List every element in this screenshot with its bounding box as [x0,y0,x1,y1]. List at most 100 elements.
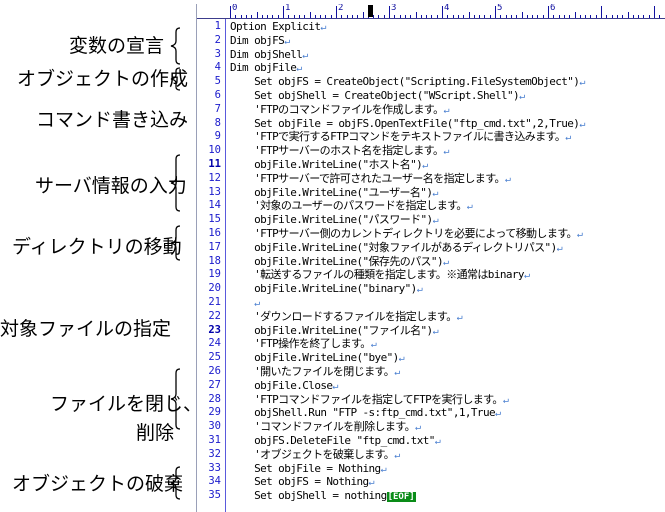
code-line[interactable]: Dim objFile↵ [230,61,302,75]
line-number: 8 [214,116,221,129]
line-number: 11 [208,158,221,170]
code-text: Dim objShell [230,47,303,61]
column-ruler: 0 1 2 3 4 5 6 [197,4,665,19]
ruler-tick [245,15,247,18]
code-line[interactable]: ↵ [230,296,260,310]
ruler-tick [558,15,560,18]
ruler-tick [330,15,332,18]
code-line[interactable]: 'FTPのコマンドファイルを作成します。↵ [230,103,449,117]
return-mark-icon: ↵ [579,118,585,130]
code-line[interactable]: objFile.WriteLine("ユーザー名")↵ [230,186,438,200]
code-line[interactable]: objFile.Close↵ [230,379,338,393]
ruler-tick [542,15,544,18]
code-line[interactable]: Dim objShell↵ [230,48,308,62]
code-line[interactable]: objFS.DeleteFile "ftp_cmd.txt"↵ [230,434,441,448]
code-editor[interactable]: 0123456 1 2 3 4 5 6 7 8 9 10 11 12 13 14 15 16 17 18 19 20 2… [196,4,665,512]
code-text: Set objShell = nothing [230,489,387,503]
code-line[interactable]: 'コマンドファイルを削除します。↵ [230,420,421,434]
ruler-tick [452,15,454,18]
ruler-number: 3 [391,4,397,13]
code-line[interactable]: 'FTPサーバーで許可されたユーザー名を指定します。↵ [230,171,511,186]
code-text: '対象のユーザーのパスワードを指定します。 [230,199,467,213]
code-line[interactable]: Set objFS = CreateObject("Scripting.File… [230,75,585,89]
code-line[interactable]: Option Explicit↵ [230,20,326,34]
code-text: Dim objFile [230,61,297,75]
ruler-tick [526,15,528,18]
code-line[interactable]: '対象のユーザーのパスワードを指定します。↵ [230,199,473,213]
code-line[interactable]: Set objFS = Nothing↵ [230,475,375,489]
line-number: 26 [208,365,221,377]
code-line[interactable]: Set objFile = Nothing↵ [230,462,387,476]
return-mark-icon: ↵ [434,436,441,447]
ruler-tick [638,15,640,18]
return-mark-icon: ↵ [456,311,463,323]
code-line[interactable]: Dim objFS↵ [230,34,290,48]
line-number: 22 [208,309,221,322]
code-line[interactable]: Set objFile = objFS.OpenTextFile("ftp_cm… [230,117,585,131]
line-number: 33 [208,461,221,474]
code-area[interactable]: Option Explicit↵ Dim objFS↵ Dim objShell↵ D… [230,19,665,512]
code-line[interactable]: objFile.WriteLine("対象ファイルがあるディレクトリパス")↵ [230,241,563,255]
return-mark-icon: ↵ [284,35,290,47]
line-number: 3 [214,47,221,60]
code-line[interactable]: 'FTPで実行するFTPコマンドをテキストファイルに書き込みます。↵ [230,130,571,144]
code-line[interactable]: objFile.WriteLine("保存先のパス")↵ [230,255,449,269]
code-text: objFile.WriteLine("ホスト名") [230,158,423,171]
code-line[interactable]: objFile.WriteLine("bye")↵ [230,351,405,365]
ruler-tick [521,12,523,18]
code-text: 'FTPのコマンドファイルを作成します。 [230,102,444,116]
line-number: 34 [208,475,221,488]
code-line[interactable]: 'FTPサーバー側のカレントディレクトリを必要によって移動します。↵ [230,227,583,241]
return-mark-icon: ↵ [415,422,421,434]
ruler-tick [590,15,592,18]
return-mark-icon: ↵ [332,380,338,392]
ruler-tick [267,15,269,18]
code-line[interactable]: objFile.WriteLine("binary")↵ [230,282,423,296]
code-line[interactable]: 'ダウンロードするファイルを指定します。↵ [230,310,463,324]
code-line[interactable]: objShell.Run "FTP -s:ftp_cmd.txt",1,True… [230,406,501,420]
code-line[interactable]: 'FTPサーバーのホスト名を指定します。↵ [230,144,449,158]
code-text: Set objShell = CreateObject("WScript.She… [230,89,520,102]
code-line[interactable]: '転送するファイルの種類を指定します。※通常はbinary↵ [230,268,530,282]
ruler-tick [394,15,396,18]
line-number: 12 [208,171,221,184]
code-line[interactable]: 'オブジェクトを破棄します。↵ [230,448,400,462]
ruler-tick [654,6,655,18]
code-text: objShell.Run "FTP -s:ftp_cmd.txt",1,True [230,406,496,420]
ruler-number: 1 [285,4,291,13]
line-number: 24 [208,337,221,350]
return-mark-icon: ↵ [394,449,400,461]
ruler-tick [256,12,258,18]
ruler-tick [415,12,417,18]
code-text: objFile.WriteLine("ファイル名") [230,323,433,337]
code-line[interactable]: objFile.WriteLine("ファイル名")↵ [230,323,439,338]
line-number: 1 [214,20,221,32]
code-text: 'FTPサーバーで許可されたユーザー名を指定します。 [230,171,505,185]
code-line[interactable]: objFile.WriteLine("パスワード")↵ [230,213,439,227]
ruler-tick [548,6,549,18]
return-mark-icon: ↵ [523,270,530,282]
ruler-tick [632,15,634,18]
ruler-tick [648,15,650,18]
ruler-tick [373,15,375,18]
code-text: 'FTPサーバーのホスト名を指定します。 [230,144,444,158]
code-line[interactable]: Set objShell = CreateObject("WScript.She… [230,89,525,103]
code-line[interactable]: objFile.WriteLine("ホスト名")↵ [230,158,428,172]
ruler-tick [240,15,242,18]
code-text: 'FTP操作を終了します。 [230,337,371,351]
code-text: Dim objFS [230,33,285,47]
ruler-tick [235,15,237,18]
line-number: 13 [208,185,221,198]
ruler-tick [643,15,645,18]
line-number: 19 [208,268,221,281]
ruler-tick [410,15,412,18]
ruler-number: 6 [550,4,556,13]
ruler-tick [230,6,231,18]
code-line[interactable]: '開いたファイルを閉じます。↵ [230,365,400,379]
code-line[interactable]: 'FTP操作を終了します。↵ [230,337,377,351]
ruler-tick [622,15,624,18]
code-line[interactable]: Set objShell = nothing[EOF] [230,489,416,503]
ruler-tick [320,15,322,18]
ruler-tick [426,15,428,18]
code-line[interactable]: 'FTPコマンドファイルを指定してFTPを実行します。↵ [230,393,509,407]
